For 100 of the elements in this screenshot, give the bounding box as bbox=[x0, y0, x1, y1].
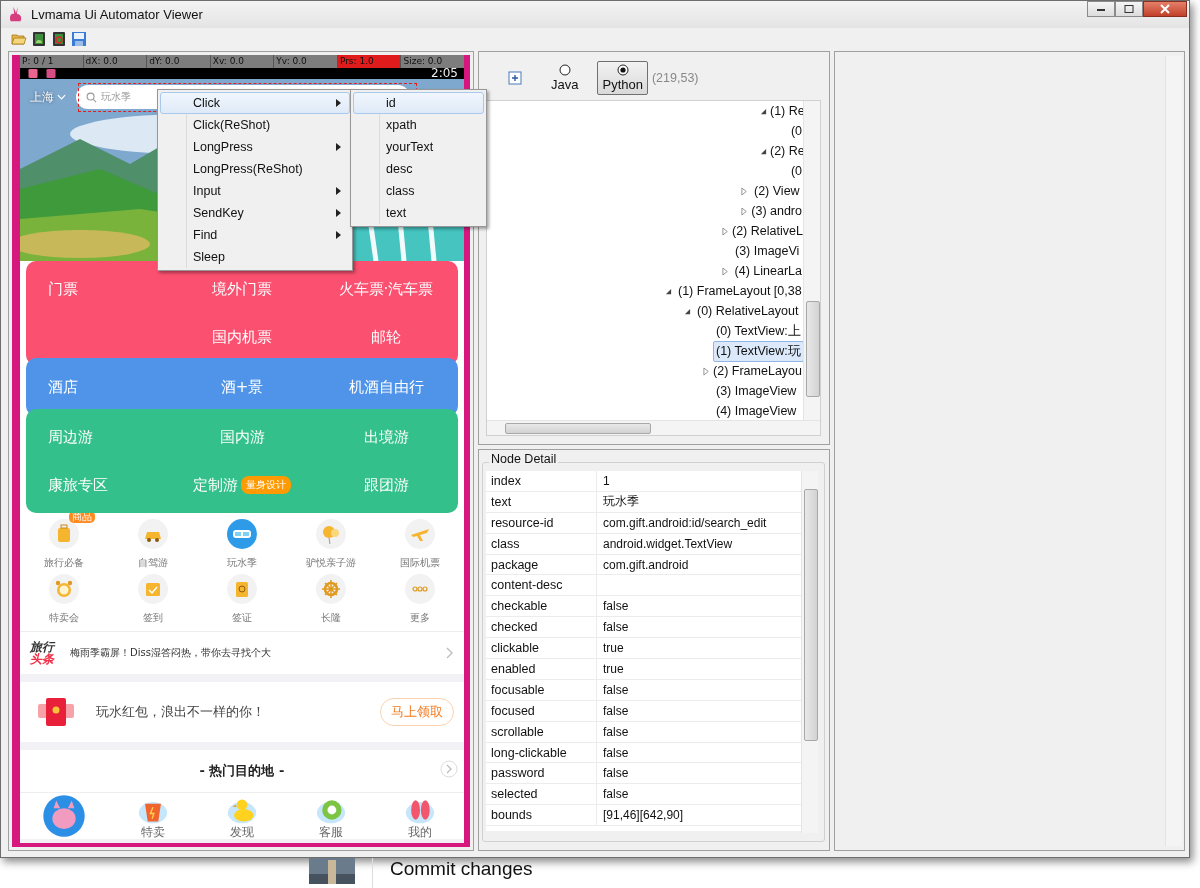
pointer-stat: Yv: 0.0 bbox=[273, 55, 337, 68]
minimize-button[interactable] bbox=[1087, 1, 1115, 17]
menu-item[interactable]: Sleep bbox=[160, 246, 350, 268]
collapsed-arrow-icon[interactable] bbox=[741, 186, 748, 196]
menu-item[interactable]: LongPress bbox=[160, 136, 350, 158]
nav-tab[interactable]: 特卖 bbox=[108, 793, 198, 839]
nav-tab[interactable]: 发现 bbox=[197, 793, 287, 839]
property-value: 玩水季 bbox=[603, 494, 639, 509]
tree-node[interactable]: (0 bbox=[787, 122, 805, 140]
more-icon[interactable] bbox=[404, 574, 435, 604]
property-name: bounds bbox=[486, 805, 597, 826]
property-name: package bbox=[486, 554, 597, 575]
passport-icon[interactable] bbox=[227, 574, 257, 604]
coordinates-label: (219,53) bbox=[651, 71, 699, 85]
property-name: focusable bbox=[486, 679, 597, 700]
shortcut-label[interactable]: 特卖会 bbox=[49, 611, 80, 625]
maximize-button[interactable] bbox=[1115, 1, 1143, 17]
close-button[interactable] bbox=[1143, 1, 1187, 17]
property-value: false bbox=[603, 787, 629, 802]
ship-wheel-icon[interactable] bbox=[315, 574, 346, 604]
collapsed-arrow-icon[interactable] bbox=[741, 206, 748, 216]
calendar-icon[interactable] bbox=[138, 574, 169, 604]
horizontal-scrollbar[interactable] bbox=[487, 420, 820, 435]
menu-item[interactable]: SendKey bbox=[160, 202, 350, 224]
car-icon[interactable] bbox=[138, 519, 169, 549]
nav-tab[interactable]: 我的 bbox=[375, 793, 464, 839]
news-headline[interactable]: 梅雨季霸屏！Diss湿答闷热，带你去寻找个大 bbox=[70, 646, 430, 660]
device-screenshot-icon[interactable] bbox=[31, 31, 47, 48]
tree-node[interactable]: (0 bbox=[787, 162, 805, 180]
property-name: index bbox=[486, 471, 597, 491]
language-radio[interactable]: Java bbox=[546, 61, 584, 95]
chevron-right-icon[interactable] bbox=[440, 760, 458, 778]
shortcut-label[interactable]: 更多 bbox=[409, 611, 430, 625]
menu-item[interactable]: Input bbox=[160, 180, 350, 202]
vertical-scrollbar[interactable] bbox=[803, 101, 820, 421]
menu-item[interactable]: Click bbox=[160, 92, 350, 114]
maximize-icon bbox=[1123, 5, 1135, 13]
property-value: false bbox=[603, 745, 629, 760]
nav-tab[interactable]: 客服 bbox=[286, 793, 376, 839]
collapsed-arrow-icon[interactable] bbox=[722, 226, 729, 236]
tree-node[interactable]: (2) RelativeL bbox=[729, 222, 805, 240]
news-logo: 旅行 bbox=[30, 641, 54, 653]
expanded-arrow-icon[interactable] bbox=[760, 147, 767, 155]
menu-item[interactable]: LongPress(ReShot) bbox=[160, 158, 350, 180]
tree-node[interactable]: (4) LinearLa bbox=[731, 262, 805, 280]
property-value: false bbox=[603, 703, 629, 718]
shortcut-label[interactable]: 自驾游 bbox=[138, 556, 169, 570]
device-screenshot-icon[interactable] bbox=[51, 31, 67, 48]
property-value: 1 bbox=[603, 473, 610, 488]
expand-all-icon[interactable] bbox=[508, 71, 522, 85]
tree-node[interactable]: (4) ImageView bbox=[713, 402, 800, 420]
shortcut-label[interactable]: 玩水季 bbox=[227, 556, 257, 570]
vertical-scrollbar[interactable] bbox=[801, 471, 818, 833]
menu-item[interactable]: text bbox=[353, 202, 484, 224]
plane-icon[interactable] bbox=[404, 519, 435, 549]
shortcut-label[interactable]: 长隆 bbox=[320, 611, 341, 625]
shortcut-label[interactable]: 签到 bbox=[143, 611, 164, 625]
collapsed-arrow-icon[interactable] bbox=[703, 366, 710, 376]
promo-text: 玩水红包，浪出不一样的你！ bbox=[96, 703, 266, 721]
goggles-icon[interactable] bbox=[227, 519, 257, 549]
shortcut-label[interactable]: 旅行必备 bbox=[44, 556, 85, 570]
tree-node[interactable]: (3) ImageView bbox=[713, 382, 800, 400]
expanded-arrow-icon[interactable] bbox=[684, 307, 691, 315]
property-name: checkable bbox=[486, 596, 597, 617]
expanded-arrow-icon[interactable] bbox=[760, 107, 767, 115]
close-icon bbox=[1159, 4, 1171, 14]
tree-node[interactable]: (3) andro bbox=[748, 202, 805, 220]
balloon-icon[interactable] bbox=[315, 519, 346, 549]
shortcut-label[interactable]: 国际机票 bbox=[399, 556, 440, 570]
menu-item[interactable]: Click(ReShot) bbox=[160, 114, 350, 136]
tree-node[interactable]: (1) FrameLayout [0,38 bbox=[675, 282, 805, 300]
tree-node[interactable]: (0) TextView:上 bbox=[713, 320, 804, 342]
menu-item[interactable]: class bbox=[353, 180, 484, 202]
tree-node[interactable]: (3) ImageVi bbox=[732, 242, 803, 260]
tree-node[interactable]: (2) FrameLayou bbox=[710, 362, 805, 380]
property-name: resource-id bbox=[486, 512, 597, 533]
tree-node[interactable]: (2) View bbox=[751, 182, 803, 200]
radio-icon bbox=[616, 64, 629, 76]
tree-node[interactable]: (1) TextView:玩 bbox=[713, 340, 804, 362]
tree-node[interactable]: (0) RelativeLayout bbox=[694, 302, 802, 320]
collapsed-arrow-icon[interactable] bbox=[722, 266, 729, 276]
property-value: android.widget.TextView bbox=[603, 536, 733, 551]
shortcut-label[interactable]: 签证 bbox=[232, 611, 252, 625]
alarm-clock-icon[interactable] bbox=[49, 574, 80, 604]
menu-item[interactable]: xpath bbox=[353, 114, 484, 136]
property-value: false bbox=[603, 724, 629, 739]
property-name: content-desc bbox=[486, 575, 597, 596]
expanded-arrow-icon[interactable] bbox=[665, 287, 672, 295]
section-title: - 热门目的地 - bbox=[199, 762, 285, 780]
menu-item[interactable]: yourText bbox=[353, 136, 484, 158]
property-value: false bbox=[603, 766, 629, 781]
menu-item[interactable]: Find bbox=[160, 224, 350, 246]
pointer-stat: dX: 0.0 bbox=[82, 55, 147, 68]
language-radio[interactable]: Python bbox=[597, 61, 648, 95]
menu-item[interactable]: desc bbox=[353, 158, 484, 180]
shortcut-label[interactable]: 驴悦亲子游 bbox=[305, 556, 356, 570]
menu-item[interactable]: id bbox=[353, 92, 484, 114]
property-name: enabled bbox=[486, 659, 597, 679]
save-icon[interactable] bbox=[71, 31, 87, 48]
property-value: false bbox=[603, 682, 629, 697]
